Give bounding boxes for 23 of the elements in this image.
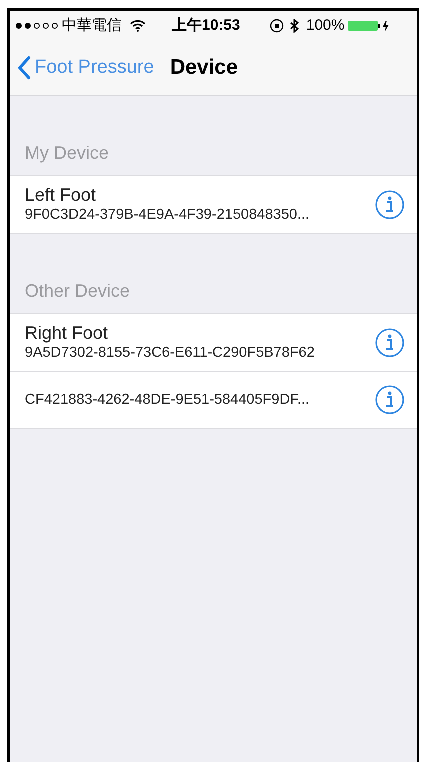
rotation-lock-icon — [270, 19, 284, 33]
device-uuid: 9F0C3D24-379B-4E9A-4F39-2150848350... — [25, 206, 311, 224]
signal-icon — [16, 23, 58, 29]
bluetooth-icon — [290, 19, 300, 33]
carrier-name: 中華電信 — [62, 16, 122, 36]
device-row[interactable]: CF421883-4262-48DE-9E51-584405F9DF... — [10, 371, 417, 428]
device-row[interactable]: Right Foot 9A5D7302-8155-73C6-E611-C290F5B78F62 — [10, 314, 417, 371]
section-header: Other Device — [25, 281, 130, 301]
device-uuid: CF421883-4262-48DE-9E51-584405F9DF... — [25, 391, 311, 409]
info-icon[interactable] — [375, 190, 405, 220]
device-name: Left Foot — [25, 185, 98, 206]
wifi-icon — [130, 20, 146, 32]
device-name: Right Foot — [25, 323, 110, 344]
nav-title: Device — [170, 55, 238, 82]
section-header: My Device — [25, 143, 110, 163]
battery-percentage: 100% — [306, 16, 345, 36]
device-uuid: 9A5D7302-8155-73C6-E611-C290F5B78F62 — [25, 344, 316, 362]
device-row[interactable]: Left Foot 9F0C3D24-379B-4E9A-4F39-2150848350... — [10, 176, 417, 233]
status-time: 上午10:53 — [172, 16, 240, 36]
info-icon[interactable] — [375, 328, 405, 358]
info-icon[interactable] — [375, 385, 405, 415]
battery-icon — [348, 20, 390, 32]
chevron-left-icon — [18, 56, 31, 80]
